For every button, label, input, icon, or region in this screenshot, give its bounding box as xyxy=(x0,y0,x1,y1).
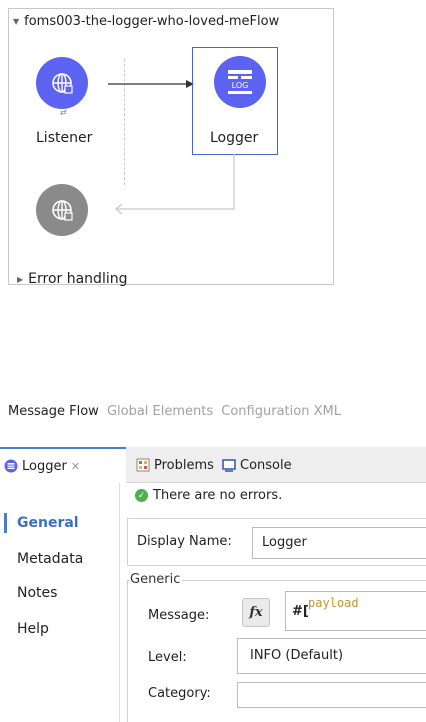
problems-icon xyxy=(136,458,150,472)
nav-item-metadata[interactable]: Metadata xyxy=(17,551,83,567)
flow-return-connector xyxy=(115,154,235,215)
nav-item-notes[interactable]: Notes xyxy=(17,585,57,601)
nav-active-indicator xyxy=(4,513,7,533)
nav-item-general[interactable]: General xyxy=(17,515,79,531)
check-circle-icon: ✓ xyxy=(135,489,148,502)
flow-canvas: ▼ foms003-the-logger-who-loved-meFlow ⇄ … xyxy=(8,8,334,287)
status-text: There are no errors. xyxy=(153,488,283,503)
properties-panel: General Metadata Notes Help ✓ There are … xyxy=(0,483,426,722)
category-field[interactable] xyxy=(237,682,426,708)
collapse-triangle-icon[interactable]: ▼ xyxy=(13,17,19,26)
view-tabs: Message Flow Global Elements Configurati… xyxy=(8,404,345,419)
fx-toggle-button[interactable]: fx xyxy=(242,598,270,627)
logger-tab-icon xyxy=(4,459,18,473)
tab-problems[interactable]: Problems xyxy=(136,447,214,483)
nav-divider xyxy=(119,483,120,722)
log-icon-text: LOG xyxy=(232,81,249,90)
expression-prefix: #[ xyxy=(292,604,309,619)
close-icon[interactable]: ✕ xyxy=(71,460,80,473)
display-name-field[interactable]: Logger xyxy=(252,527,426,559)
logger-label: Logger xyxy=(210,130,259,146)
generic-group: Generic Message: fx #[ payload Level: IN… xyxy=(127,572,426,722)
globe-icon xyxy=(52,200,73,221)
display-name-label: Display Name: xyxy=(137,534,232,549)
level-label: Level: xyxy=(148,650,187,665)
logger-circle: LOG xyxy=(214,56,266,108)
tab-console-label: Console xyxy=(240,457,292,473)
tab-logger[interactable]: Logger ✕ xyxy=(0,447,126,483)
generic-legend: Generic xyxy=(130,572,183,587)
nav-item-help[interactable]: Help xyxy=(17,621,49,637)
listener-label: Listener xyxy=(36,130,93,146)
tab-logger-label: Logger xyxy=(22,458,67,474)
message-expression-field[interactable]: #[ payload xyxy=(285,591,426,631)
error-handling-label: Error handling xyxy=(28,271,128,287)
properties-side-nav: General Metadata Notes Help xyxy=(0,483,120,722)
error-handling-toggle[interactable]: ▶ Error handling xyxy=(17,271,127,287)
logger-node[interactable]: LOG Logger xyxy=(192,47,278,155)
flow-header[interactable]: ▼ foms003-the-logger-who-loved-meFlow xyxy=(13,14,279,29)
tab-console[interactable]: Console xyxy=(222,447,292,483)
category-label: Category: xyxy=(148,686,211,701)
expand-triangle-icon[interactable]: ▶ xyxy=(17,275,23,284)
flow-title: foms003-the-logger-who-loved-meFlow xyxy=(24,14,280,29)
tab-problems-label: Problems xyxy=(154,457,214,473)
error-source-node[interactable] xyxy=(36,184,88,236)
flow-connector-arrow xyxy=(108,80,194,88)
console-icon xyxy=(222,459,236,472)
tab-global-elements[interactable]: Global Elements xyxy=(107,404,213,419)
editor-tab-bar: Logger ✕ Problems Console xyxy=(0,447,426,483)
expression-text: payload xyxy=(308,596,359,610)
tab-message-flow[interactable]: Message Flow xyxy=(8,404,99,419)
status-message: ✓ There are no errors. xyxy=(135,488,282,503)
log-icon: LOG xyxy=(228,70,252,94)
display-name-group: Display Name: Logger xyxy=(127,518,426,566)
tab-configuration-xml[interactable]: Configuration XML xyxy=(221,404,341,419)
listener-node[interactable] xyxy=(36,57,88,109)
level-select[interactable]: INFO (Default) xyxy=(237,638,426,674)
exchange-arrows-icon: ⇄ xyxy=(60,108,67,117)
globe-icon xyxy=(52,73,73,94)
message-label: Message: xyxy=(148,608,210,623)
